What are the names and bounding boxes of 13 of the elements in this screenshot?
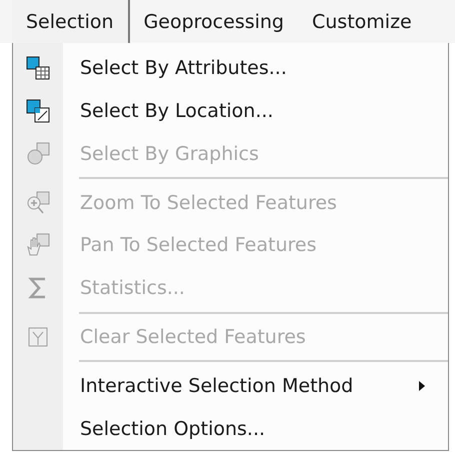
hand-icon	[26, 233, 50, 258]
submenu-arrow-icon	[418, 380, 426, 392]
menu-tab[interactable]: Geoprocessing	[130, 0, 298, 43]
zoom-icon	[26, 190, 50, 215]
location-select-icon	[26, 99, 50, 124]
clear-icon	[26, 325, 50, 350]
graphics-select-icon	[26, 142, 50, 166]
menu-item[interactable]: Select By Attributes...	[80, 57, 448, 80]
menu-item[interactable]: Interactive Selection Method	[80, 374, 418, 397]
menu-item[interactable]: Select By Location...	[80, 100, 448, 122]
menu-tab[interactable]: Customize	[298, 0, 426, 43]
table-select-icon	[26, 56, 50, 80]
menu-item[interactable]: Selection Options...	[80, 418, 448, 440]
